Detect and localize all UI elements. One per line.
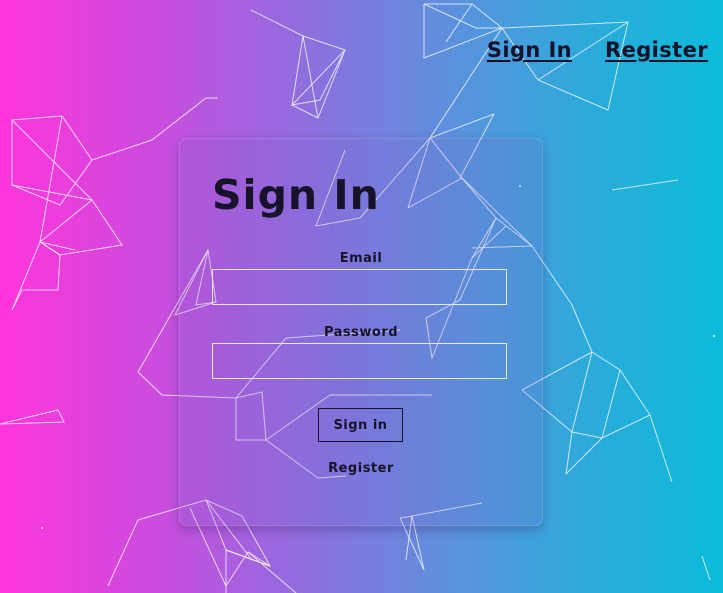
register-link[interactable]: Register (180, 461, 542, 476)
nav-sign-in-link[interactable]: Sign In (487, 38, 572, 62)
page-title: Sign In (212, 171, 380, 219)
sign-in-button[interactable]: Sign in (318, 408, 403, 442)
sign-in-card: Sign In Email Password Sign in Register (179, 138, 543, 526)
email-field[interactable] (212, 269, 507, 305)
password-field[interactable] (212, 343, 507, 379)
email-label: Email (339, 251, 383, 266)
top-nav: Sign In Register (487, 38, 708, 62)
nav-register-link[interactable]: Register (605, 38, 708, 62)
password-label: Password (323, 325, 399, 340)
